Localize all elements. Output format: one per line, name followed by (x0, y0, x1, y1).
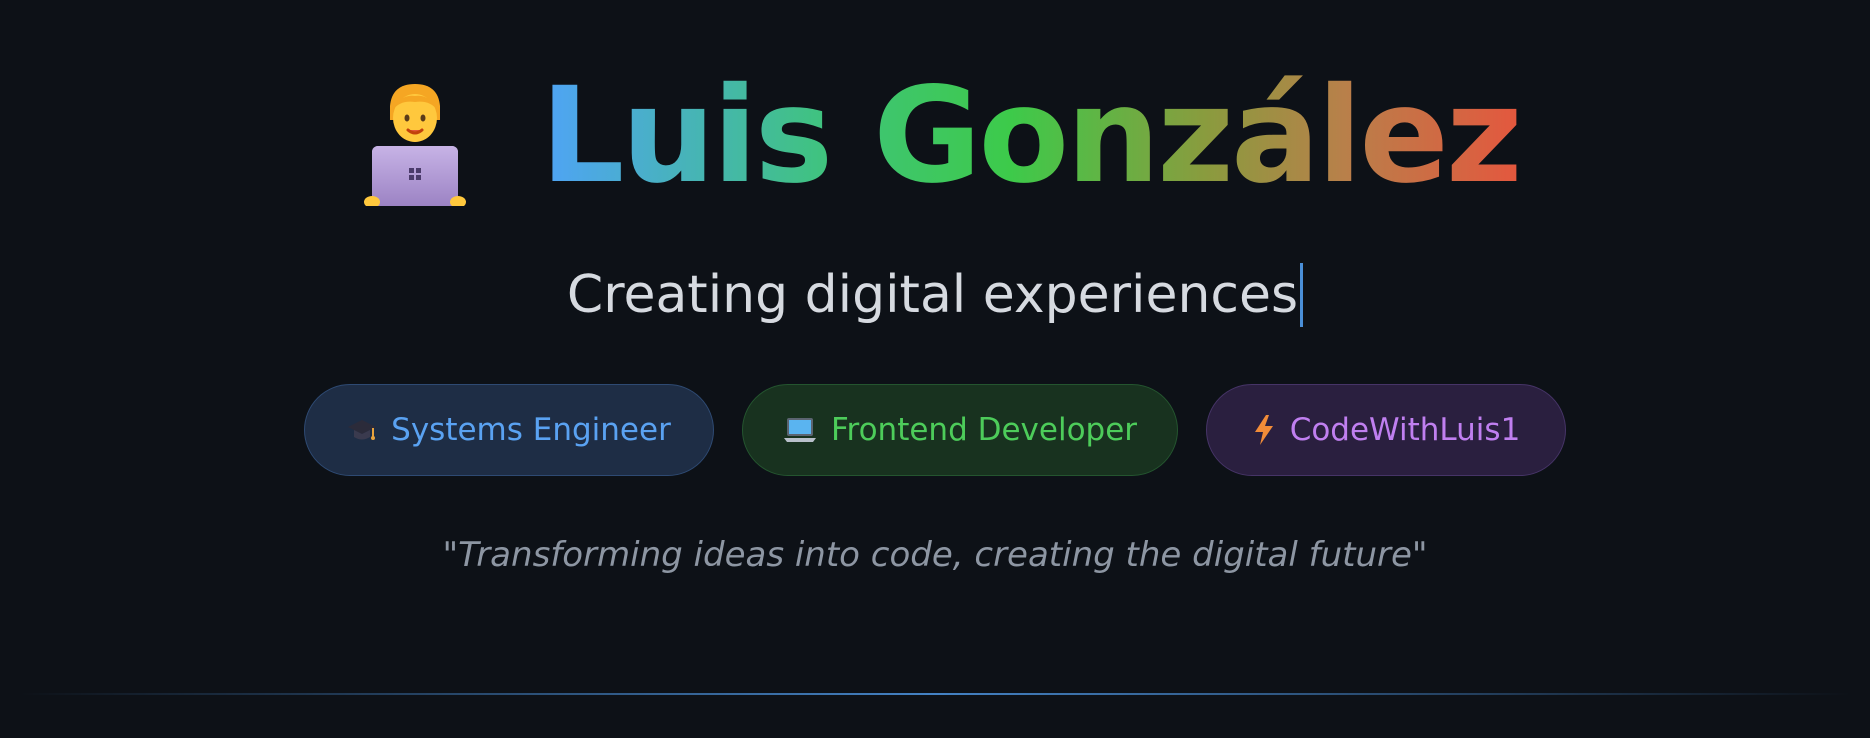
badge-label: Frontend Developer (830, 412, 1138, 448)
graduation-cap-icon (347, 415, 377, 445)
hero-section: Luis González Creating digital experienc… (0, 0, 1870, 738)
badge-label: Systems Engineer (391, 412, 671, 448)
badge-label: CodeWithLuis1 (1289, 412, 1521, 448)
subtitle-row: Creating digital experiences (0, 262, 1870, 328)
badge-systems-engineer[interactable]: Systems Engineer (304, 384, 714, 476)
badge-codewithluis1[interactable]: CodeWithLuis1 (1206, 384, 1566, 476)
quote-row: "Transforming ideas into code, creating … (0, 535, 1870, 575)
role-badges: Systems Engineer Frontend Developer Code… (0, 384, 1870, 476)
badge-frontend-developer[interactable]: Frontend Developer (742, 384, 1178, 476)
lightning-icon (1252, 414, 1276, 446)
laptop-icon (783, 415, 817, 445)
technologist-icon (350, 76, 480, 206)
typed-subtitle: Creating digital experiences (566, 265, 1299, 325)
hero-name: Luis González (540, 59, 1522, 213)
tagline-quote: "Transforming ideas into code, creating … (442, 535, 1428, 575)
typing-cursor (1300, 263, 1304, 327)
section-divider (20, 693, 1850, 695)
hero-title-row: Luis González (0, 70, 1870, 212)
